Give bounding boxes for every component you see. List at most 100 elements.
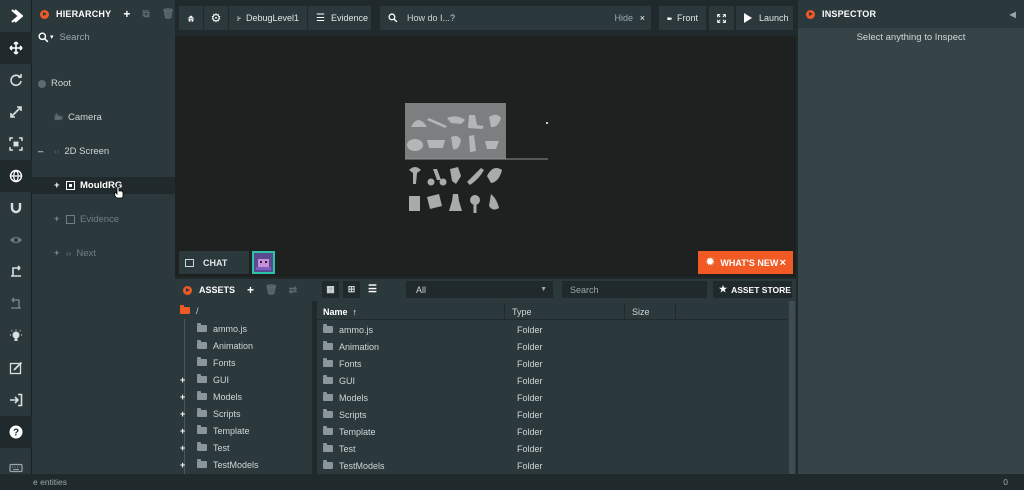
scene-viewport[interactable]: CHAT ✹ WHAT'S NEW × — [175, 36, 796, 277]
tree-item-next[interactable]: + ‹› Next — [32, 245, 175, 262]
folder-icon — [197, 323, 207, 332]
logo-icon[interactable] — [0, 0, 32, 32]
collapse-panel-icon[interactable] — [806, 9, 815, 19]
tree-folder-test[interactable]: + Test — [175, 439, 312, 456]
column-name[interactable]: Name ↑ — [317, 303, 505, 320]
folder-icon — [197, 340, 207, 349]
edit-icon[interactable] — [0, 352, 32, 384]
help-search[interactable]: How do I...? Hide × — [380, 6, 651, 30]
expand-icon[interactable]: + — [180, 443, 188, 453]
user-avatar[interactable] — [252, 251, 275, 274]
camera-selector[interactable]: Front — [659, 6, 706, 30]
collapse-panel-icon[interactable] — [40, 9, 49, 19]
rotate-icon[interactable] — [0, 64, 32, 96]
translate-icon[interactable] — [0, 32, 32, 64]
magnet-icon[interactable] — [0, 192, 32, 224]
list-view-button[interactable]: ☰ — [364, 281, 381, 298]
tree-folder-gui[interactable]: + GUI — [175, 371, 312, 388]
hierarchy-header: HIERARCHY + ⧉ 🗑 — [32, 0, 175, 28]
resize-icon[interactable] — [0, 128, 32, 160]
table-row[interactable]: Animation Folder — [317, 338, 787, 355]
delete-icon[interactable]: 🗑 — [162, 9, 175, 20]
folder-icon — [180, 305, 190, 314]
whats-new-banner[interactable]: ✹ WHAT'S NEW × — [698, 251, 793, 274]
column-size[interactable]: Size — [626, 303, 676, 320]
column-type[interactable]: Type — [506, 303, 625, 320]
search-dropdown-icon[interactable]: ▾ — [50, 33, 54, 41]
expand-icon[interactable]: + — [180, 426, 188, 436]
table-row[interactable]: Models Folder — [317, 389, 787, 406]
tree-folder-animation[interactable]: Animation — [175, 337, 312, 354]
grid-view-button[interactable]: ▦ — [322, 281, 339, 298]
asset-filter-select[interactable]: All ▼ — [406, 281, 553, 298]
launch-button[interactable]: Launch — [736, 6, 793, 30]
tree-folder-scripts[interactable]: + Scripts — [175, 405, 312, 422]
tree-folder-models[interactable]: + Models — [175, 388, 312, 405]
table-row[interactable]: Scripts Folder — [317, 406, 787, 423]
scrollbar[interactable] — [789, 301, 795, 476]
table-row[interactable]: ammo.js Folder — [317, 321, 787, 338]
close-icon[interactable]: × — [780, 257, 786, 269]
delete-icon[interactable]: 🗑 — [265, 285, 278, 296]
asset-search-input[interactable]: Search — [562, 281, 707, 298]
expand-icon[interactable]: + — [180, 392, 188, 402]
tree-folder-template[interactable]: + Template — [175, 422, 312, 439]
eye-icon[interactable] — [0, 224, 32, 256]
element-icon — [66, 215, 75, 224]
screen-icon: ‹› — [66, 249, 72, 258]
scene-selector[interactable]: DebugLevel1 — [229, 6, 307, 30]
table-row[interactable]: GUI Folder — [317, 372, 787, 389]
collapse-icon[interactable]: – — [38, 146, 46, 157]
table-row[interactable]: TestModels Folder — [317, 457, 787, 474]
chat-button[interactable]: CHAT — [179, 251, 249, 274]
fullscreen-button[interactable] — [709, 6, 734, 30]
help-icon[interactable]: ? — [0, 416, 32, 448]
folder-root[interactable]: / — [175, 302, 312, 319]
expand-icon[interactable]: + — [180, 375, 188, 385]
tree-item-2d-screen[interactable]: – ‹› 2D Screen — [32, 143, 175, 160]
publish-icon[interactable] — [0, 384, 32, 416]
redo-icon[interactable] — [0, 256, 32, 288]
tree-folder-fonts[interactable]: Fonts — [175, 354, 312, 371]
tree-folder-testmodels[interactable]: + TestModels — [175, 456, 312, 473]
scale-icon[interactable] — [0, 96, 32, 128]
search-icon — [38, 31, 49, 42]
settings-button[interactable]: ⚙ — [204, 6, 228, 30]
expand-icon[interactable]: + — [54, 248, 62, 259]
duplicate-icon[interactable]: ⧉ — [143, 9, 150, 20]
hierarchy-search[interactable]: ▾ Search — [32, 28, 175, 46]
table-row[interactable]: Fonts Folder — [317, 355, 787, 372]
table-row[interactable]: Template Folder — [317, 423, 787, 440]
hierarchy-search-input[interactable]: Search — [60, 32, 90, 43]
grid-large-icon: ▦ — [326, 284, 335, 294]
status-count: 0 — [1003, 477, 1008, 487]
lightbulb-icon[interactable] — [0, 320, 32, 352]
folder-icon — [323, 324, 333, 333]
tree-item-root[interactable]: Root — [32, 75, 175, 92]
folder-icon — [197, 459, 207, 468]
tree-item-evidence[interactable]: + Evidence — [32, 211, 175, 228]
collapse-left-icon[interactable]: ◀ — [1010, 10, 1016, 19]
help-search-input[interactable]: How do I...? — [407, 13, 455, 23]
hide-button[interactable]: Hide — [614, 13, 633, 23]
home-button[interactable] — [179, 6, 203, 30]
collapse-panel-icon[interactable] — [183, 285, 192, 295]
close-icon[interactable]: × — [640, 13, 645, 23]
layer-selector[interactable]: ☰ Evidence — [308, 6, 371, 30]
tree-folder-ammo[interactable]: ammo.js — [175, 320, 312, 337]
expand-icon[interactable]: + — [180, 409, 188, 419]
table-row[interactable]: Test Folder — [317, 440, 787, 457]
expand-icon[interactable]: + — [180, 460, 188, 470]
undo-icon[interactable] — [0, 288, 32, 320]
expand-icon[interactable]: + — [54, 214, 62, 225]
world-icon[interactable] — [0, 160, 32, 192]
tree-item-camera[interactable]: Camera — [32, 109, 175, 126]
small-grid-view-button[interactable]: ⊞ — [343, 281, 360, 298]
asset-store-button[interactable]: ★ ASSET STORE — [713, 281, 792, 298]
add-entity-icon[interactable]: + — [123, 7, 130, 21]
tree-item-mouldrg[interactable]: + MouldRG — [32, 177, 175, 199]
add-asset-icon[interactable]: + — [247, 283, 254, 297]
expand-icon[interactable]: + — [54, 180, 62, 191]
move-icon[interactable]: ⇄ — [289, 285, 297, 296]
folder-icon — [197, 391, 207, 400]
